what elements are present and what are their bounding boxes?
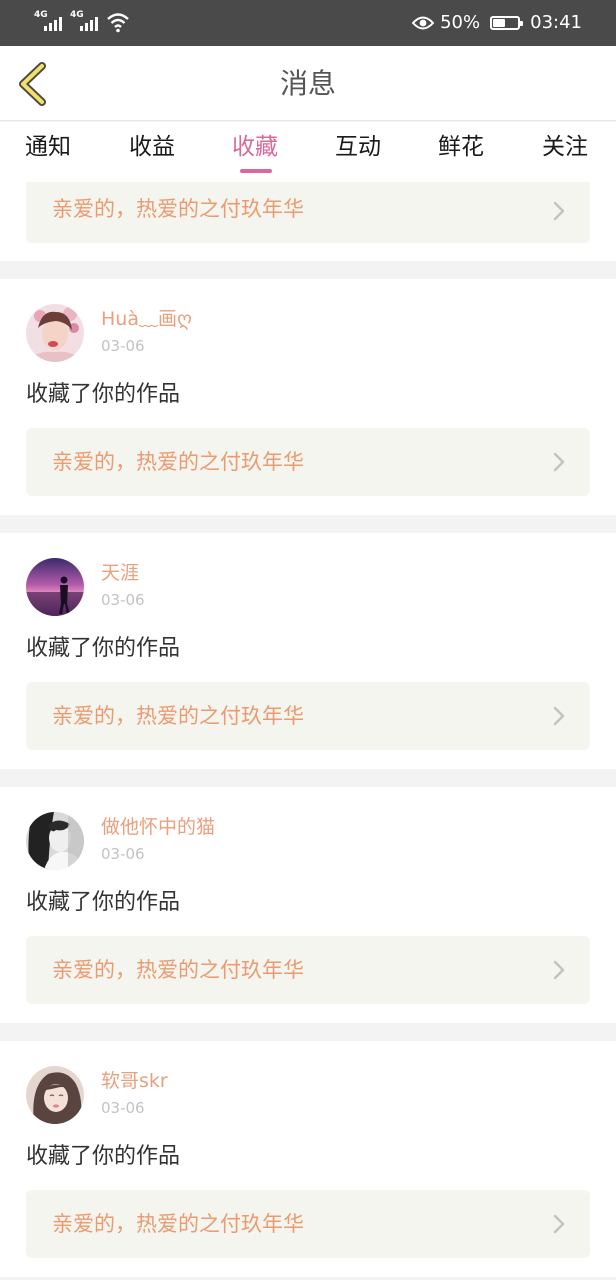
chevron-right-icon [553, 706, 565, 726]
work-link[interactable]: 亲爱的，热爱的之付玖年华 [26, 428, 590, 496]
action-text: 收藏了你的作品 [26, 636, 181, 661]
work-link[interactable]: 亲爱的，热爱的之付玖年华 [26, 936, 590, 1004]
tab-bar: 通知 收益 收藏 互动 鲜花 关注 [0, 122, 616, 182]
work-title: 亲爱的，热爱的之付玖年华 [52, 197, 304, 221]
work-title: 亲爱的，热爱的之付玖年华 [52, 1212, 304, 1236]
username[interactable]: 天涯 [101, 561, 139, 585]
wifi-icon [107, 13, 129, 33]
status-right: 50% 03:41 [412, 11, 582, 35]
tab-flowers[interactable]: 鲜花 [438, 132, 484, 162]
message-date: 03-06 [101, 1099, 145, 1117]
battery-icon [490, 16, 524, 30]
battery-percent: 50% [440, 12, 481, 33]
clock: 03:41 [530, 12, 582, 33]
tab-notifications[interactable]: 通知 [25, 132, 71, 162]
avatar[interactable] [26, 558, 84, 616]
nav-bar: 消息 [0, 46, 616, 121]
chevron-right-icon [553, 201, 565, 221]
message-card: 做他怀中的猫 03-06 收藏了你的作品 亲爱的，热爱的之付玖年华 [0, 787, 616, 1023]
username[interactable]: Huà﹏画ღ [101, 307, 192, 331]
message-card: 天涯 03-06 收藏了你的作品 亲爱的，热爱的之付玖年华 [0, 533, 616, 769]
work-title: 亲爱的，热爱的之付玖年华 [52, 958, 304, 982]
active-tab-indicator [240, 169, 272, 173]
eye-icon [412, 16, 435, 30]
work-title: 亲爱的，热爱的之付玖年华 [52, 704, 304, 728]
message-date: 03-06 [101, 337, 145, 355]
work-link[interactable]: 亲爱的，热爱的之付玖年华 [26, 1190, 590, 1258]
message-card: 亲爱的，热爱的之付玖年华 [0, 182, 616, 261]
message-date: 03-06 [101, 591, 145, 609]
avatar[interactable] [26, 812, 84, 870]
message-list[interactable]: 亲爱的，热爱的之付玖年华 Huà﹏画ღ 03-06 收藏了你的作品 亲爱的，热爱… [0, 182, 616, 1280]
signal-group: 4G 4G [34, 11, 130, 33]
chevron-right-icon [553, 1214, 565, 1234]
work-title: 亲爱的，热爱的之付玖年华 [52, 450, 304, 474]
avatar[interactable] [26, 1066, 84, 1124]
username[interactable]: 软哥skr [101, 1069, 168, 1093]
work-link[interactable]: 亲爱的，热爱的之付玖年华 [26, 682, 590, 750]
action-text: 收藏了你的作品 [26, 1144, 181, 1169]
message-card: Huà﹏画ღ 03-06 收藏了你的作品 亲爱的，热爱的之付玖年华 [0, 279, 616, 515]
avatar[interactable] [26, 304, 84, 362]
battery-fill [493, 19, 506, 27]
page-title: 消息 [279, 67, 336, 100]
message-date: 03-06 [101, 845, 145, 863]
action-text: 收藏了你的作品 [26, 382, 181, 407]
signal-icon: 4G [70, 11, 98, 33]
chevron-right-icon [553, 960, 565, 980]
chevron-right-icon [553, 452, 565, 472]
action-text: 收藏了你的作品 [26, 890, 181, 915]
message-card: 软哥skr 03-06 收藏了你的作品 亲爱的，热爱的之付玖年华 [0, 1041, 616, 1277]
tab-favorites[interactable]: 收藏 [232, 132, 278, 162]
tab-following[interactable]: 关注 [542, 132, 588, 162]
tab-earnings[interactable]: 收益 [129, 132, 175, 162]
status-bar: 4G 4G 50% 03:41 [0, 0, 616, 46]
tab-interactions[interactable]: 互动 [335, 132, 381, 162]
username[interactable]: 做他怀中的猫 [101, 815, 215, 839]
signal-icon: 4G [34, 11, 62, 33]
work-link[interactable]: 亲爱的，热爱的之付玖年华 [26, 182, 590, 243]
